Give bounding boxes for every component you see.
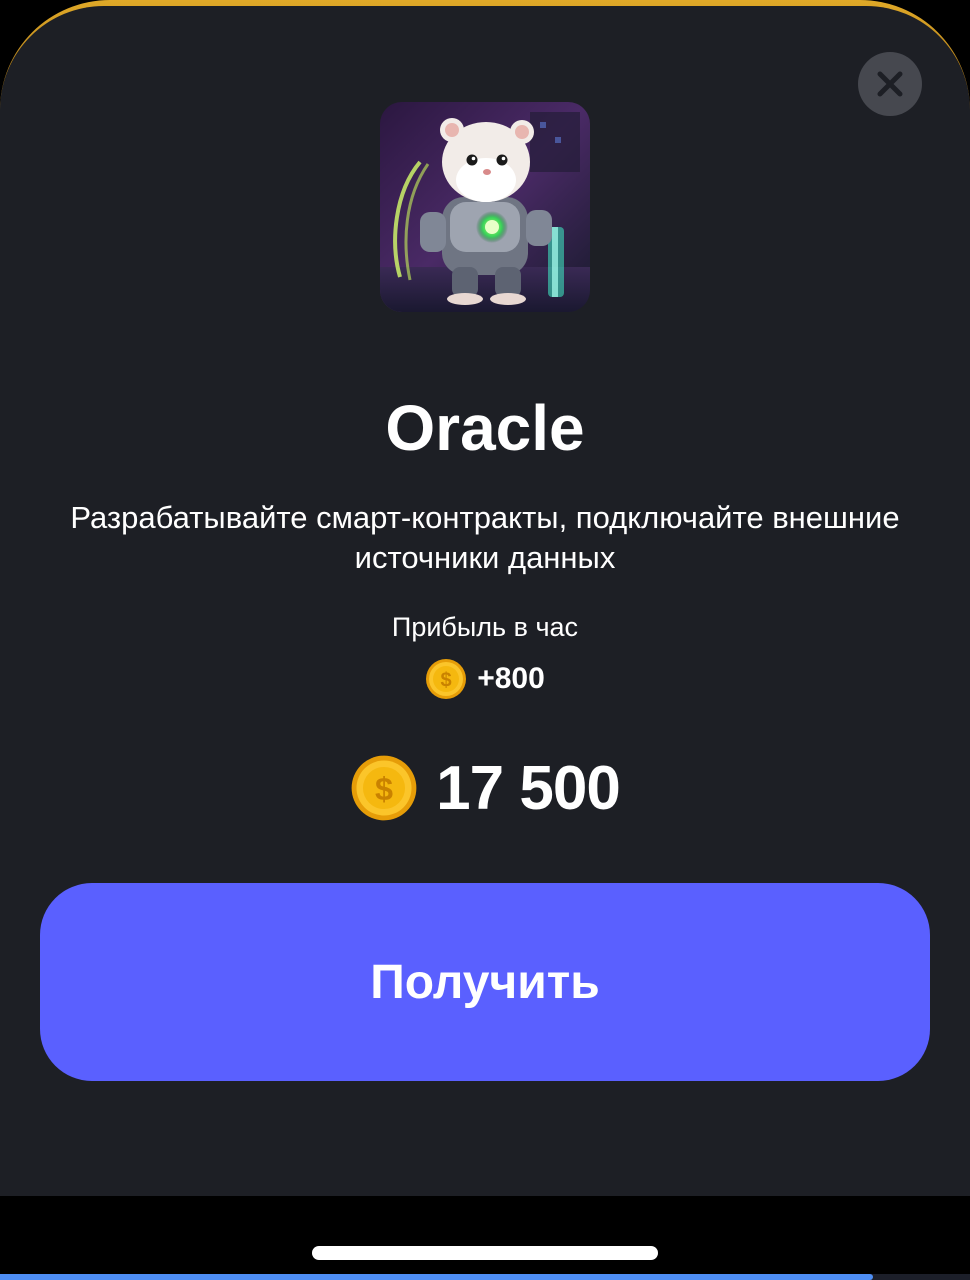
close-icon	[877, 71, 903, 97]
profit-per-hour-label: Прибыль в час	[391, 612, 579, 642]
home-indicator[interactable]	[312, 1246, 658, 1260]
card-description: Разрабатывайте смарт-контракты, подключа…	[70, 500, 900, 575]
price-value: 17 500	[436, 753, 621, 823]
profit-per-hour-value: +800	[477, 662, 545, 695]
hamster-oracle-card-image	[380, 102, 590, 312]
get-button[interactable]: Получить	[40, 883, 930, 1081]
card-sheet: Oracle Разрабатывайте смарт-контракты, п…	[0, 6, 970, 1196]
card-image	[380, 102, 590, 312]
close-button[interactable]	[858, 52, 922, 116]
coin-icon: $	[426, 659, 467, 699]
svg-text:$: $	[375, 771, 393, 807]
bottom-progress-fill	[0, 1274, 873, 1280]
svg-text:$: $	[441, 670, 452, 692]
bottom-progress-bar	[0, 1274, 970, 1280]
card-title: Oracle	[385, 392, 585, 464]
coin-icon: $	[351, 755, 417, 821]
price-row: $ 17 500	[0, 750, 970, 826]
profit-per-hour-row: $ +800	[0, 656, 970, 702]
screen: Oracle Разрабатывайте смарт-контракты, п…	[0, 0, 970, 1280]
